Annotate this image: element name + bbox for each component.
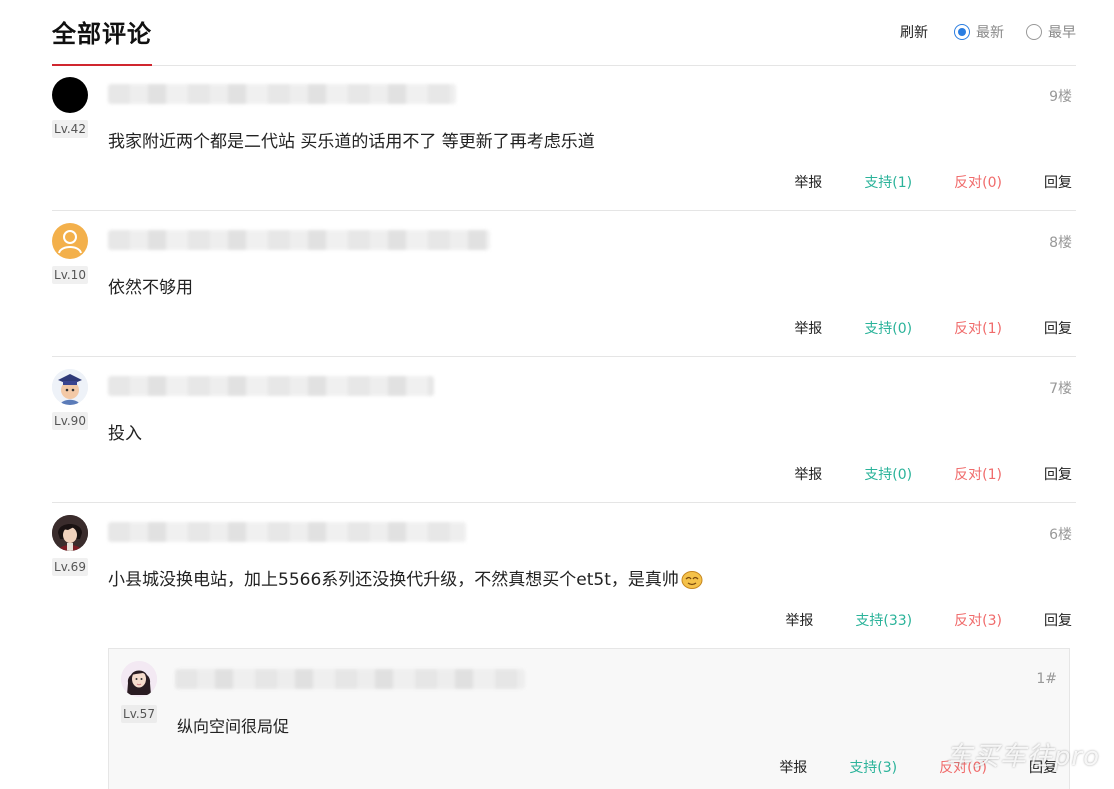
floor-number: 6楼 xyxy=(1049,527,1072,543)
oppose-button[interactable]: 反对(1) xyxy=(954,318,1002,338)
blurred-username xyxy=(108,376,434,396)
sort-oldest-label: 最早 xyxy=(1048,25,1076,41)
oppose-button[interactable]: 反对(0) xyxy=(954,172,1002,192)
reply-button[interactable]: 回复 xyxy=(1044,610,1072,630)
floor-number: 8楼 xyxy=(1049,235,1072,251)
blurred-username xyxy=(108,84,456,104)
user-level-badge: Lv.90 xyxy=(52,412,88,430)
default-user-icon xyxy=(58,230,82,254)
sort-oldest-radio[interactable]: 最早 xyxy=(1026,22,1076,42)
comment-actions: 举报 支持(1) 反对(0) 回复 xyxy=(752,172,1072,192)
sort-newest-label: 最新 xyxy=(976,25,1004,41)
blurred-username xyxy=(175,669,525,689)
reply-item: Lv.57 1# 纵向空间很局促 举报 支持(3) 反对(0) 回复 xyxy=(108,648,1070,789)
comment-actions: 举报 支持(0) 反对(1) 回复 xyxy=(752,464,1072,484)
comment-text: 投入 xyxy=(108,424,142,444)
comment-text: 依然不够用 xyxy=(108,278,193,298)
radio-checked-icon xyxy=(954,24,970,40)
report-button[interactable]: 举报 xyxy=(785,610,813,630)
refresh-button[interactable]: 刷新 xyxy=(900,22,928,42)
sort-controls: 刷新 最新 最早 xyxy=(900,22,1076,42)
comment-text-body: 小县城没换电站，加上5566系列还没换代升级，不然真想买个et5t，是真帅 xyxy=(108,570,679,590)
support-button[interactable]: 支持(33) xyxy=(855,610,912,630)
support-button[interactable]: 支持(0) xyxy=(864,464,912,484)
report-button[interactable]: 举报 xyxy=(794,172,822,192)
report-button[interactable]: 举报 xyxy=(794,318,822,338)
avatar[interactable] xyxy=(52,77,88,113)
oppose-button[interactable]: 反对(1) xyxy=(954,464,1002,484)
support-button[interactable]: 支持(0) xyxy=(864,318,912,338)
avatar[interactable] xyxy=(121,661,157,697)
avatar[interactable] xyxy=(52,369,88,405)
sort-newest-radio[interactable]: 最新 xyxy=(954,22,1004,42)
avatar[interactable] xyxy=(52,515,88,551)
support-button[interactable]: 支持(1) xyxy=(864,172,912,192)
radio-unchecked-icon xyxy=(1026,24,1042,40)
comment-actions: 举报 支持(33) 反对(3) 回复 xyxy=(743,610,1072,630)
comment-text: 小县城没换电站，加上5566系列还没换代升级，不然真想买个et5t，是真帅 xyxy=(108,565,703,590)
blurred-username xyxy=(108,522,466,542)
anime-character-icon xyxy=(52,515,88,551)
girl-photo-icon xyxy=(121,661,157,697)
reply-button[interactable]: 回复 xyxy=(1044,318,1072,338)
user-level-badge: Lv.10 xyxy=(52,266,88,284)
blurred-username xyxy=(108,230,490,250)
comments-header: 全部评论 刷新 最新 最早 xyxy=(52,0,1076,66)
reply-floor-number: 1# xyxy=(1036,671,1057,687)
comment-item: Lv.10 8楼 依然不够用 举报 支持(0) 反对(1) 回复 xyxy=(52,212,1076,357)
cartoon-student-icon xyxy=(52,369,88,405)
user-level-badge: Lv.57 xyxy=(121,705,157,723)
avatar[interactable] xyxy=(52,223,88,259)
report-button[interactable]: 举报 xyxy=(794,464,822,484)
oppose-button[interactable]: 反对(3) xyxy=(954,610,1002,630)
user-level-badge: Lv.42 xyxy=(52,120,88,138)
floor-number: 9楼 xyxy=(1049,89,1072,105)
user-level-badge: Lv.69 xyxy=(52,558,88,576)
report-button[interactable]: 举报 xyxy=(779,757,807,777)
comment-item: Lv.90 7楼 投入 举报 支持(0) 反对(1) 回复 xyxy=(52,358,1076,503)
floor-number: 7楼 xyxy=(1049,381,1072,397)
watermark: 车买车往pro xyxy=(945,742,1100,772)
reply-text: 纵向空间很局促 xyxy=(177,717,290,736)
comment-item: Lv.42 9楼 我家附近两个都是二代站 买乐道的话用不了 等更新了再考虑乐道 … xyxy=(52,66,1076,211)
reply-button[interactable]: 回复 xyxy=(1044,172,1072,192)
comment-text: 我家附近两个都是二代站 买乐道的话用不了 等更新了再考虑乐道 xyxy=(108,132,595,152)
emoji-icon xyxy=(681,571,703,589)
reply-button[interactable]: 回复 xyxy=(1044,464,1072,484)
comment-actions: 举报 支持(0) 反对(1) 回复 xyxy=(752,318,1072,338)
support-button[interactable]: 支持(3) xyxy=(849,757,897,777)
page-title: 全部评论 xyxy=(52,20,152,48)
